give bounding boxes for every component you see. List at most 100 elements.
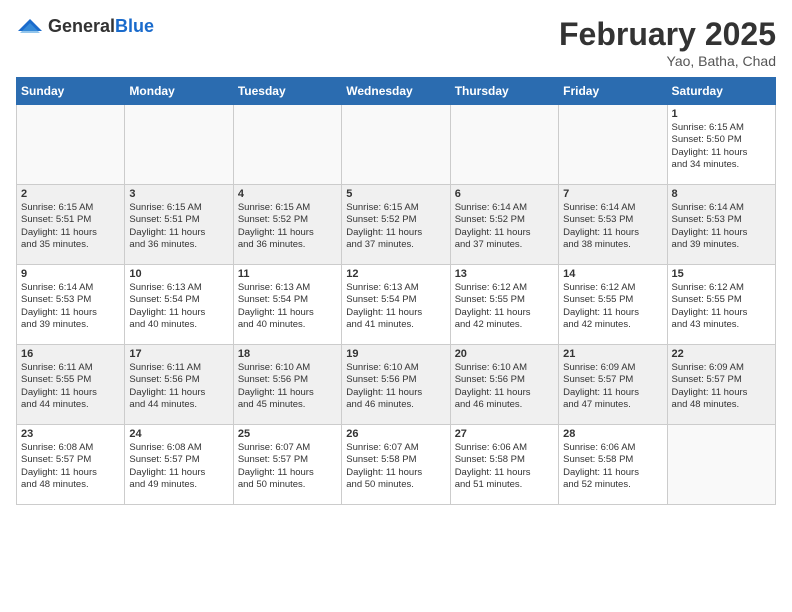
day-info: Sunrise: 6:14 AM Sunset: 5:52 PM Dayligh… [455, 202, 554, 251]
table-row [559, 105, 667, 185]
day-info: Sunrise: 6:10 AM Sunset: 5:56 PM Dayligh… [455, 362, 554, 411]
col-saturday: Saturday [667, 78, 775, 105]
day-info: Sunrise: 6:06 AM Sunset: 5:58 PM Dayligh… [563, 442, 662, 491]
table-row: 3 Sunrise: 6:15 AM Sunset: 5:51 PM Daylig… [125, 185, 233, 265]
day-number: 24 [129, 428, 228, 440]
day-number: 20 [455, 348, 554, 360]
day-info: Sunrise: 6:10 AM Sunset: 5:56 PM Dayligh… [346, 362, 445, 411]
day-number: 6 [455, 188, 554, 200]
title-block: February 2025 Yao, Batha, Chad [559, 16, 776, 69]
col-friday: Friday [559, 78, 667, 105]
day-number: 22 [672, 348, 771, 360]
day-number: 26 [346, 428, 445, 440]
day-number: 14 [563, 268, 662, 280]
col-wednesday: Wednesday [342, 78, 450, 105]
table-row: 19 Sunrise: 6:10 AM Sunset: 5:56 PM Dayli… [342, 345, 450, 425]
table-row: 12 Sunrise: 6:13 AM Sunset: 5:54 PM Dayli… [342, 265, 450, 345]
month-year-title: February 2025 [559, 16, 776, 53]
table-row: 6 Sunrise: 6:14 AM Sunset: 5:52 PM Daylig… [450, 185, 558, 265]
day-number: 4 [238, 188, 337, 200]
day-info: Sunrise: 6:09 AM Sunset: 5:57 PM Dayligh… [672, 362, 771, 411]
table-row [233, 105, 341, 185]
page-header: GeneralBlue February 2025 Yao, Batha, Ch… [16, 16, 776, 69]
calendar-header-row: Sunday Monday Tuesday Wednesday Thursday… [17, 78, 776, 105]
day-number: 3 [129, 188, 228, 200]
day-number: 13 [455, 268, 554, 280]
day-number: 1 [672, 108, 771, 120]
day-number: 28 [563, 428, 662, 440]
table-row: 10Sunrise: 6:13 AM Sunset: 5:54 PM Dayli… [125, 265, 233, 345]
logo-text: GeneralBlue [48, 16, 154, 37]
day-info: Sunrise: 6:12 AM Sunset: 5:55 PM Dayligh… [672, 282, 771, 331]
table-row: 20 Sunrise: 6:10 AM Sunset: 5:56 PM Dayli… [450, 345, 558, 425]
day-number: 11 [238, 268, 337, 280]
day-number: 21 [563, 348, 662, 360]
location-subtitle: Yao, Batha, Chad [559, 53, 776, 69]
col-sunday: Sunday [17, 78, 125, 105]
table-row: 27 Sunrise: 6:06 AM Sunset: 5:58 PM Dayli… [450, 425, 558, 505]
day-info: Sunrise: 6:15 AM Sunset: 5:51 PM Dayligh… [21, 202, 120, 251]
day-info: Sunrise: 6:08 AM Sunset: 5:57 PM Dayligh… [21, 442, 120, 491]
table-row: 9 Sunrise: 6:14 AM Sunset: 5:53 PM Daylig… [17, 265, 125, 345]
table-row: 18Sunrise: 6:10 AM Sunset: 5:56 PM Dayli… [233, 345, 341, 425]
table-row [667, 425, 775, 505]
day-info: Sunrise: 6:11 AM Sunset: 5:55 PM Dayligh… [21, 362, 120, 411]
day-info: Sunrise: 6:15 AM Sunset: 5:52 PM Dayligh… [238, 202, 337, 251]
col-tuesday: Tuesday [233, 78, 341, 105]
day-number: 15 [672, 268, 771, 280]
day-number: 27 [455, 428, 554, 440]
day-info: Sunrise: 6:14 AM Sunset: 5:53 PM Dayligh… [563, 202, 662, 251]
day-info: Sunrise: 6:11 AM Sunset: 5:56 PM Dayligh… [129, 362, 228, 411]
table-row: 28 Sunrise: 6:06 AM Sunset: 5:58 PM Dayli… [559, 425, 667, 505]
table-row: 13 Sunrise: 6:12 AM Sunset: 5:55 PM Dayli… [450, 265, 558, 345]
table-row [450, 105, 558, 185]
day-info: Sunrise: 6:14 AM Sunset: 5:53 PM Dayligh… [21, 282, 120, 331]
calendar-week-row: 23 Sunrise: 6:08 AM Sunset: 5:57 PM Dayli… [17, 425, 776, 505]
day-number: 25 [238, 428, 337, 440]
day-number: 23 [21, 428, 120, 440]
table-row [125, 105, 233, 185]
day-info: Sunrise: 6:12 AM Sunset: 5:55 PM Dayligh… [563, 282, 662, 331]
day-number: 5 [346, 188, 445, 200]
calendar-week-row: 1Sunrise: 6:15 AM Sunset: 5:50 PM Daylig… [17, 105, 776, 185]
day-info: Sunrise: 6:08 AM Sunset: 5:57 PM Dayligh… [129, 442, 228, 491]
table-row: 2 Sunrise: 6:15 AM Sunset: 5:51 PM Daylig… [17, 185, 125, 265]
day-number: 17 [129, 348, 228, 360]
col-monday: Monday [125, 78, 233, 105]
day-info: Sunrise: 6:13 AM Sunset: 5:54 PM Dayligh… [238, 282, 337, 331]
day-info: Sunrise: 6:13 AM Sunset: 5:54 PM Dayligh… [346, 282, 445, 331]
calendar-week-row: 2 Sunrise: 6:15 AM Sunset: 5:51 PM Daylig… [17, 185, 776, 265]
day-info: Sunrise: 6:07 AM Sunset: 5:57 PM Dayligh… [238, 442, 337, 491]
table-row: 5 Sunrise: 6:15 AM Sunset: 5:52 PM Daylig… [342, 185, 450, 265]
table-row: 7Sunrise: 6:14 AM Sunset: 5:53 PM Daylig… [559, 185, 667, 265]
day-number: 16 [21, 348, 120, 360]
calendar-week-row: 9 Sunrise: 6:14 AM Sunset: 5:53 PM Daylig… [17, 265, 776, 345]
col-thursday: Thursday [450, 78, 558, 105]
table-row [17, 105, 125, 185]
table-row: 16 Sunrise: 6:11 AM Sunset: 5:55 PM Dayli… [17, 345, 125, 425]
calendar-week-row: 16 Sunrise: 6:11 AM Sunset: 5:55 PM Dayli… [17, 345, 776, 425]
day-info: Sunrise: 6:06 AM Sunset: 5:58 PM Dayligh… [455, 442, 554, 491]
day-info: Sunrise: 6:15 AM Sunset: 5:52 PM Dayligh… [346, 202, 445, 251]
table-row: 26 Sunrise: 6:07 AM Sunset: 5:58 PM Dayli… [342, 425, 450, 505]
day-info: Sunrise: 6:12 AM Sunset: 5:55 PM Dayligh… [455, 282, 554, 331]
day-info: Sunrise: 6:14 AM Sunset: 5:53 PM Dayligh… [672, 202, 771, 251]
table-row: 4 Sunrise: 6:15 AM Sunset: 5:52 PM Daylig… [233, 185, 341, 265]
day-number: 19 [346, 348, 445, 360]
table-row: 25 Sunrise: 6:07 AM Sunset: 5:57 PM Dayli… [233, 425, 341, 505]
logo-blue: Blue [115, 16, 154, 36]
day-info: Sunrise: 6:09 AM Sunset: 5:57 PM Dayligh… [563, 362, 662, 411]
day-info: Sunrise: 6:15 AM Sunset: 5:51 PM Dayligh… [129, 202, 228, 251]
day-number: 18 [238, 348, 337, 360]
day-number: 2 [21, 188, 120, 200]
day-number: 12 [346, 268, 445, 280]
table-row [342, 105, 450, 185]
logo-general: General [48, 16, 115, 36]
table-row: 15 Sunrise: 6:12 AM Sunset: 5:55 PM Dayli… [667, 265, 775, 345]
logo: GeneralBlue [16, 16, 154, 37]
table-row: 23 Sunrise: 6:08 AM Sunset: 5:57 PM Dayli… [17, 425, 125, 505]
table-row: 17 Sunrise: 6:11 AM Sunset: 5:56 PM Dayli… [125, 345, 233, 425]
day-number: 9 [21, 268, 120, 280]
day-info: Sunrise: 6:07 AM Sunset: 5:58 PM Dayligh… [346, 442, 445, 491]
day-number: 10 [129, 268, 228, 280]
